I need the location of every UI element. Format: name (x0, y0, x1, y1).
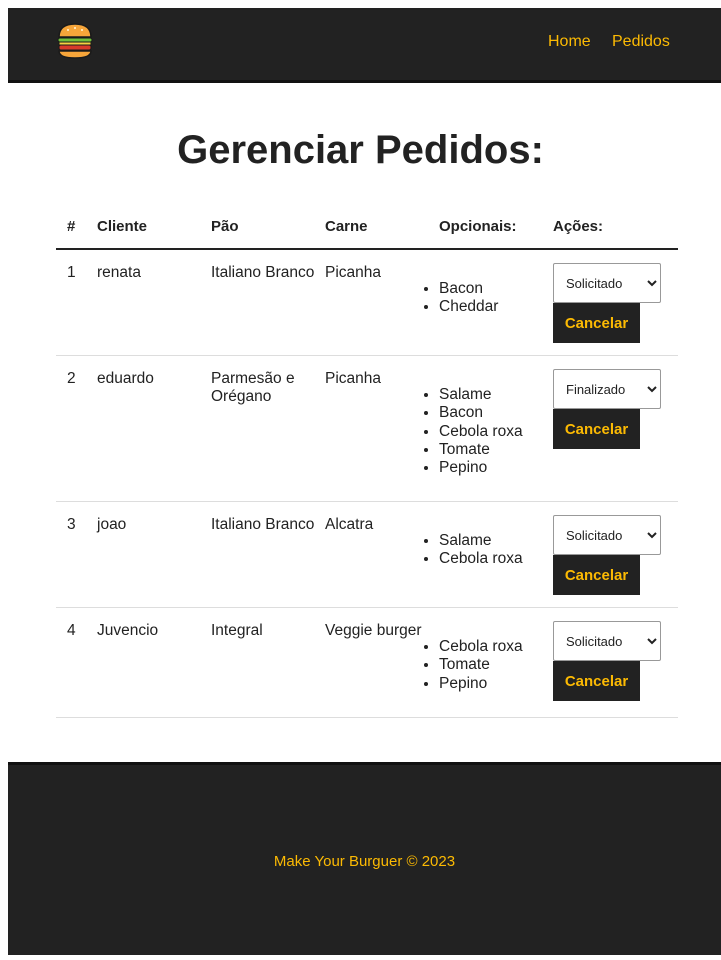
cancel-button[interactable]: Cancelar (553, 409, 640, 449)
cancel-button[interactable]: Cancelar (553, 661, 640, 701)
nav-link-home[interactable]: Home (548, 33, 591, 51)
page-title: Gerenciar Pedidos: (177, 128, 544, 172)
option-item: Bacon (439, 404, 523, 422)
table-row: 4 Juvencio Integral Veggie burger Cebola… (56, 608, 678, 718)
option-item: Cebola roxa (439, 550, 523, 568)
header-meat: Carne (325, 218, 368, 235)
option-item: Cheddar (439, 298, 498, 316)
order-options-list: Salame Bacon Cebola roxa Tomate Pepino (420, 386, 523, 477)
order-options-list: Cebola roxa Tomate Pepino (420, 638, 523, 693)
table-row: 1 renata Italiano Branco Picanha Bacon C… (56, 250, 678, 356)
option-item: Cebola roxa (439, 638, 523, 656)
option-item: Salame (439, 532, 523, 550)
status-select[interactable]: Solicitado (553, 621, 661, 661)
cancel-button[interactable]: Cancelar (553, 555, 640, 595)
option-item: Salame (439, 386, 523, 404)
order-client: renata (97, 264, 141, 281)
order-bread: Integral (211, 622, 263, 639)
order-id: 4 (67, 622, 76, 639)
order-id: 2 (67, 370, 76, 387)
option-item: Tomate (439, 656, 523, 674)
footer-copyright: Make Your Burguer © 2023 (273, 853, 456, 870)
order-id: 1 (67, 264, 76, 281)
order-options-list: Bacon Cheddar (420, 280, 498, 317)
order-bread: Parmesão e Orégano (211, 370, 295, 405)
header-client: Cliente (97, 218, 148, 235)
table-header: # Cliente Pão Carne Opcionais: Ações: (56, 208, 678, 250)
option-item: Pepino (439, 459, 523, 477)
nav-link-pedidos[interactable]: Pedidos (612, 33, 670, 51)
cancel-button[interactable]: Cancelar (553, 303, 640, 343)
order-id: 3 (67, 516, 76, 533)
table-row: 3 joao Italiano Branco Alcatra Salame Ce… (56, 502, 678, 608)
header-id: # (67, 218, 76, 235)
header-actions: Ações: (553, 218, 604, 235)
order-bread: Italiano Branco (211, 516, 315, 533)
order-client: eduardo (97, 370, 154, 387)
status-select[interactable]: Solicitado (553, 263, 661, 303)
option-item: Cebola roxa (439, 423, 523, 441)
burger-icon[interactable] (57, 22, 93, 60)
status-select[interactable]: Solicitado (553, 515, 661, 555)
order-client: joao (97, 516, 127, 533)
navbar: Home Pedidos (8, 8, 721, 83)
order-meat: Picanha (325, 370, 382, 387)
header-bread: Pão (211, 218, 239, 235)
table-row: 2 eduardo Parmesão e Orégano Picanha Sal… (56, 356, 678, 502)
option-item: Tomate (439, 441, 523, 459)
orders-table: # Cliente Pão Carne Opcionais: Ações: 1 … (56, 208, 678, 718)
order-bread: Italiano Branco (211, 264, 315, 281)
order-meat: Alcatra (325, 516, 374, 533)
order-meat: Picanha (325, 264, 382, 281)
option-item: Pepino (439, 675, 523, 693)
order-meat: Veggie burger (325, 622, 422, 639)
header-options: Opcionais: (439, 218, 517, 235)
option-item: Bacon (439, 280, 498, 298)
order-client: Juvencio (97, 622, 159, 639)
footer: Make Your Burguer © 2023 (8, 762, 721, 955)
order-options-list: Salame Cebola roxa (420, 532, 523, 569)
status-select[interactable]: Finalizado (553, 369, 661, 409)
